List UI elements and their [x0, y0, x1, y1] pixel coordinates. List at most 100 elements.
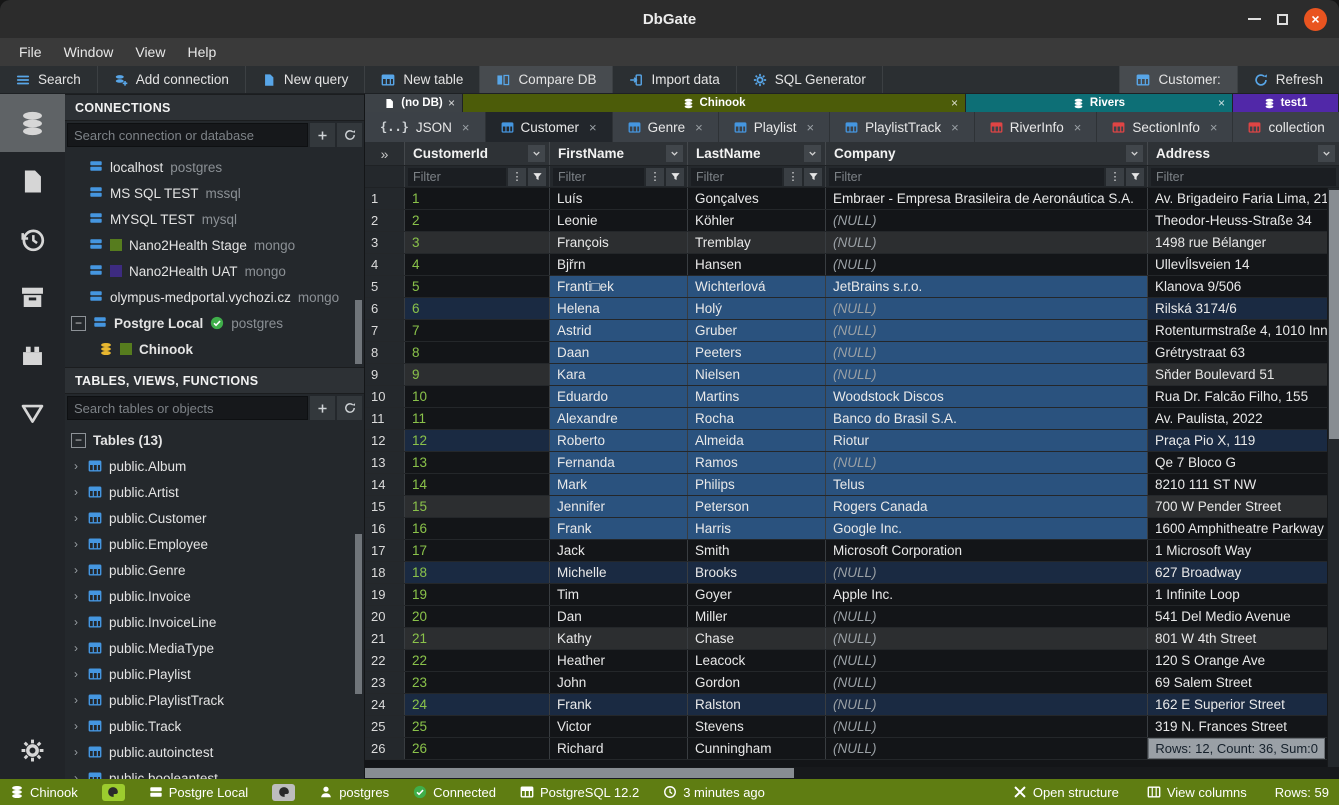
grid-cell[interactable]: 20 — [405, 606, 550, 627]
sidebar-table-public-customer[interactable]: ›public.Customer — [65, 505, 364, 531]
row-number[interactable]: 25 — [365, 716, 405, 737]
status-theme-chip[interactable] — [102, 784, 125, 801]
chevron-right-icon[interactable]: › — [71, 615, 81, 629]
status-view-columns[interactable]: View columns — [1147, 785, 1247, 800]
chevron-right-icon[interactable]: › — [71, 719, 81, 733]
grid-cell[interactable]: 19 — [405, 584, 550, 605]
close-icon[interactable]: × — [589, 120, 597, 135]
sidebar-table-public-booleantest[interactable]: ›public.booleantest — [65, 765, 364, 779]
tab-customer[interactable]: Customer× — [486, 112, 613, 142]
grid-cell[interactable]: 17 — [405, 540, 550, 561]
toolbar-import-data[interactable]: Import data — [613, 66, 736, 93]
grid-cell[interactable]: Peterson — [688, 496, 826, 517]
column-menu-button[interactable] — [1318, 145, 1335, 162]
tables-search-input[interactable] — [67, 396, 308, 420]
column-header-company[interactable]: Company — [826, 142, 1148, 165]
grid-cell[interactable]: Av. Paulista, 2022 — [1148, 408, 1339, 429]
grid-cell[interactable]: 69 Salem Street — [1148, 672, 1339, 693]
sidebar-table-public-genre[interactable]: ›public.Genre — [65, 557, 364, 583]
row-number[interactable]: 18 — [365, 562, 405, 583]
sidebar-table-public-album[interactable]: ›public.Album — [65, 453, 364, 479]
grid-cell[interactable]: 801 W 4th Street — [1148, 628, 1339, 649]
row-number[interactable]: 24 — [365, 694, 405, 715]
grid-cell[interactable]: Gruber — [688, 320, 826, 341]
close-icon[interactable]: × — [951, 96, 958, 110]
grid-cell[interactable]: Cunningham — [688, 738, 826, 759]
chevron-right-icon[interactable]: › — [71, 485, 81, 499]
grid-cell[interactable]: Rilská 3174/6 — [1148, 298, 1339, 319]
rail-archive[interactable] — [0, 268, 65, 326]
sidebar-table-public-track[interactable]: ›public.Track — [65, 713, 364, 739]
sidebar-table-public-artist[interactable]: ›public.Artist — [65, 479, 364, 505]
add-connection-icon-button[interactable] — [310, 123, 335, 147]
connection-olympus-medportal-vychozi-cz[interactable]: olympus-medportal.vychozi.czmongo — [65, 284, 364, 310]
tab-group-test1[interactable]: test1 — [1233, 94, 1339, 112]
vertical-scrollbar[interactable] — [1327, 188, 1339, 767]
grid-cell[interactable]: Rua Dr. Falcăo Filho, 155 — [1148, 386, 1339, 407]
grid-cell[interactable]: Harris — [688, 518, 826, 539]
grid-cell[interactable]: Philips — [688, 474, 826, 495]
status-open-structure[interactable]: Open structure — [1013, 785, 1119, 800]
grid-cell[interactable]: 1 Microsoft Way — [1148, 540, 1339, 561]
grid-cell[interactable]: John — [550, 672, 688, 693]
filter-input-firstname[interactable] — [553, 168, 644, 186]
grid-cell[interactable]: Av. Brigadeiro Faria Lima, 2170 — [1148, 188, 1339, 209]
toolbar-customer[interactable]: Customer: — [1119, 66, 1236, 93]
grid-cell[interactable]: Daan — [550, 342, 688, 363]
grid-cell[interactable]: 319 N. Frances Street — [1148, 716, 1339, 737]
grid-cell[interactable]: Bjřrn — [550, 254, 688, 275]
collapse-icon[interactable]: − — [71, 433, 86, 448]
toolbar-refresh[interactable]: Refresh — [1237, 66, 1339, 93]
row-number[interactable]: 5 — [365, 276, 405, 297]
row-number[interactable]: 4 — [365, 254, 405, 275]
grid-cell[interactable]: François — [550, 232, 688, 253]
filter-menu-icon[interactable]: ⋮ — [646, 168, 664, 186]
grid-cell[interactable]: Rogers Canada — [826, 496, 1148, 517]
column-menu-button[interactable] — [666, 145, 683, 162]
tab-group-no-db[interactable]: (no DB)× — [365, 94, 463, 112]
grid-cell[interactable]: Miller — [688, 606, 826, 627]
grid-cell[interactable]: Stevens — [688, 716, 826, 737]
grid-cell[interactable]: Grétrystraat 63 — [1148, 342, 1339, 363]
menu-file[interactable]: File — [8, 44, 53, 60]
tab-genre[interactable]: Genre× — [613, 112, 719, 142]
chevron-right-icon[interactable]: › — [71, 641, 81, 655]
close-icon[interactable]: × — [462, 120, 470, 135]
toolbar-search[interactable]: Search — [0, 66, 98, 93]
grid-cell[interactable]: (NULL) — [826, 738, 1148, 759]
connections-search-input[interactable] — [67, 123, 308, 147]
sidebar-table-public-playlisttrack[interactable]: ›public.PlaylistTrack — [65, 687, 364, 713]
row-number[interactable]: 26 — [365, 738, 405, 759]
grid-cell[interactable]: Tim — [550, 584, 688, 605]
grid-cell[interactable]: Kathy — [550, 628, 688, 649]
grid-cell[interactable]: Fernanda — [550, 452, 688, 473]
grid-cell[interactable]: 25 — [405, 716, 550, 737]
grid-cell[interactable]: UllevÍlsveien 14 — [1148, 254, 1339, 275]
grid-cell[interactable]: (NULL) — [826, 342, 1148, 363]
grid-cell[interactable]: Frank — [550, 518, 688, 539]
grid-cell[interactable]: Alexandre — [550, 408, 688, 429]
grid-cell[interactable]: (NULL) — [826, 452, 1148, 473]
grid-cell[interactable]: Gordon — [688, 672, 826, 693]
funnel-icon[interactable] — [1126, 168, 1144, 186]
chevron-right-icon[interactable]: › — [71, 667, 81, 681]
menu-help[interactable]: Help — [176, 44, 227, 60]
grid-cell[interactable]: 23 — [405, 672, 550, 693]
grid-cell[interactable]: (NULL) — [826, 716, 1148, 737]
grid-cell[interactable]: 22 — [405, 650, 550, 671]
grid-cell[interactable]: Peeters — [688, 342, 826, 363]
grid-cell[interactable]: 16 — [405, 518, 550, 539]
grid-cell[interactable]: 1600 Amphitheatre Parkway — [1148, 518, 1339, 539]
grid-cell[interactable]: (NULL) — [826, 364, 1148, 385]
grid-cell[interactable]: Riotur — [826, 430, 1148, 451]
grid-cell[interactable]: 1 Infinite Loop — [1148, 584, 1339, 605]
row-number[interactable]: 2 — [365, 210, 405, 231]
connection-postgre-local[interactable]: −Postgre Localpostgres — [65, 310, 364, 336]
row-number[interactable]: 8 — [365, 342, 405, 363]
column-menu-button[interactable] — [804, 145, 821, 162]
row-number[interactable]: 22 — [365, 650, 405, 671]
close-button[interactable]: × — [1304, 8, 1327, 31]
toolbar-new-table[interactable]: New table — [365, 66, 480, 93]
chevron-right-icon[interactable]: › — [71, 459, 81, 473]
status-3-minutes-ago[interactable]: 3 minutes ago — [663, 785, 765, 800]
